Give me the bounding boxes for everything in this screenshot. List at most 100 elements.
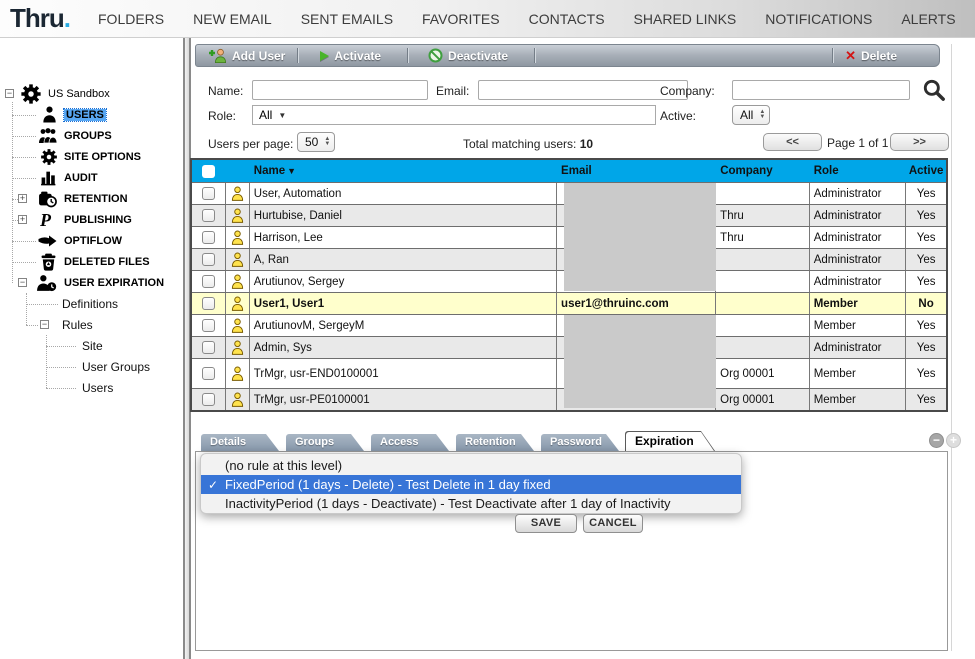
row-checkbox[interactable] [202, 393, 215, 406]
activate-button[interactable]: Activate [298, 49, 393, 63]
users-per-page-select[interactable]: 50 ▲▼ [297, 132, 335, 152]
column-header-active[interactable]: Active [906, 165, 946, 177]
cell-name: User1, User1 [250, 293, 557, 314]
row-checkbox[interactable] [202, 275, 215, 288]
select-all-checkbox[interactable] [202, 165, 215, 178]
expander-publishing[interactable]: + [18, 215, 27, 224]
expander-rules[interactable]: − [40, 320, 49, 329]
row-checkbox[interactable] [202, 209, 215, 222]
rule-option-none[interactable]: (no rule at this level) [201, 456, 741, 475]
cell-name: ArutiunovM, SergeyM [250, 315, 557, 336]
email-filter-input[interactable] [478, 80, 688, 100]
nav-folders[interactable]: FOLDERS [98, 11, 164, 27]
cell-company: Thru [716, 205, 810, 226]
row-checkbox[interactable] [202, 187, 215, 200]
cell-role: Administrator [810, 249, 907, 270]
sidebar-item-rules-user-groups[interactable]: User Groups [82, 360, 150, 374]
sidebar-item-groups[interactable]: GROUPS [64, 130, 112, 142]
deactivate-button[interactable]: Deactivate [408, 48, 520, 63]
nav-sent-emails[interactable]: SENT EMAILS [301, 11, 393, 27]
tab-details[interactable]: Details [201, 434, 279, 451]
rule-option-fixed-period[interactable]: ✓ FixedPeriod (1 days - Delete) - Test D… [201, 475, 741, 494]
nav-contacts[interactable]: CONTACTS [529, 11, 605, 27]
sidebar-item-site-options[interactable]: SITE OPTIONS [64, 151, 141, 163]
expander-user-expiration[interactable]: − [18, 278, 27, 287]
next-page-button[interactable]: >> [890, 133, 949, 151]
column-header-name[interactable]: Name▼ [250, 165, 557, 177]
nav-notifications[interactable]: NOTIFICATIONS [765, 11, 872, 27]
sidebar-item-deleted-files[interactable]: DELETED FILES [64, 256, 150, 268]
sidebar-item-rules[interactable]: Rules [62, 318, 93, 332]
cell-name: TrMgr, usr-PE0100001 [250, 389, 557, 410]
column-header-role[interactable]: Role [810, 165, 907, 177]
tab-password[interactable]: Password [541, 434, 619, 451]
expand-panel-button[interactable]: + [946, 433, 961, 448]
cancel-button[interactable]: CANCEL [583, 514, 643, 533]
row-checkbox[interactable] [202, 297, 215, 310]
active-filter-select[interactable]: All ▲▼ [732, 105, 770, 125]
sidebar-item-us-sandbox[interactable]: US Sandbox [48, 88, 110, 100]
top-nav: Thru. FOLDERS NEW EMAIL SENT EMAILS FAVO… [0, 0, 975, 38]
column-header-company[interactable]: Company [716, 165, 810, 177]
sidebar-item-user-expiration[interactable]: USER EXPIRATION [64, 277, 164, 289]
tab-retention[interactable]: Retention [456, 434, 534, 451]
publishing-icon: P [40, 210, 51, 231]
cell-name: Admin, Sys [250, 337, 557, 358]
cell-active: Yes [906, 389, 946, 410]
table-row-selected[interactable]: User1, User1 user1@thruinc.com Member No [192, 292, 946, 314]
delete-button[interactable]: ✕ Delete [833, 48, 909, 64]
expander-us-sandbox[interactable]: − [5, 89, 14, 98]
nav-alerts[interactable]: ALERTS [901, 11, 955, 27]
total-label: Total matching users: [463, 137, 576, 151]
nav-new-email[interactable]: NEW EMAIL [193, 11, 272, 27]
user-clock-icon [36, 274, 57, 292]
tab-groups[interactable]: Groups [286, 434, 364, 451]
check-icon: ✓ [201, 478, 225, 492]
sidebar-item-retention[interactable]: RETENTION [64, 193, 128, 205]
tree-guide-line [12, 157, 36, 158]
users-table: Name▼ Email Company Role Active User, Au… [190, 158, 948, 412]
cell-company [716, 249, 810, 270]
cell-role: Administrator [810, 183, 907, 204]
sidebar-item-users[interactable]: USERS [64, 109, 106, 121]
sidebar-item-optiflow[interactable]: OPTIFLOW [64, 235, 122, 247]
add-user-button[interactable]: Add User [196, 48, 297, 63]
cell-role: Administrator [810, 205, 907, 226]
nav-favorites[interactable]: FAVORITES [422, 11, 500, 27]
save-button[interactable]: SAVE [515, 514, 577, 533]
row-checkbox[interactable] [202, 231, 215, 244]
sidebar-item-audit[interactable]: AUDIT [64, 172, 98, 184]
collapse-panel-button[interactable]: − [929, 433, 944, 448]
chevron-down-icon: ▼ [278, 111, 286, 120]
delete-label: Delete [861, 49, 897, 63]
name-filter-input[interactable] [252, 80, 428, 100]
search-icon[interactable] [922, 78, 946, 102]
role-filter-value: All [259, 108, 272, 122]
company-filter-input[interactable] [732, 80, 910, 100]
sidebar-item-rules-site[interactable]: Site [82, 339, 103, 353]
rule-option-inactivity-period[interactable]: InactivityPeriod (1 days - Deactivate) -… [201, 494, 741, 513]
tab-access[interactable]: Access [371, 434, 449, 451]
cell-active: Yes [906, 227, 946, 248]
sidebar-item-definitions[interactable]: Definitions [62, 297, 118, 311]
group-icon [38, 127, 58, 144]
tab-expiration[interactable]: Expiration [625, 431, 715, 451]
tree-guide-line [12, 241, 36, 242]
row-checkbox[interactable] [202, 253, 215, 266]
role-filter-select[interactable]: All ▼ [252, 105, 656, 125]
gear-icon [40, 148, 58, 166]
cell-active: Yes [906, 205, 946, 226]
nav-shared-links[interactable]: SHARED LINKS [634, 11, 737, 27]
expander-retention[interactable]: + [18, 194, 27, 203]
row-checkbox[interactable] [202, 367, 215, 380]
email-filter-label: Email: [436, 84, 469, 98]
prev-page-button[interactable]: << [763, 133, 822, 151]
row-checkbox[interactable] [202, 341, 215, 354]
column-header-email[interactable]: Email [557, 165, 716, 177]
tree-guide-line [26, 304, 58, 305]
cell-role: Administrator [810, 227, 907, 248]
sidebar-item-rules-users[interactable]: Users [82, 381, 113, 395]
sidebar-item-publishing[interactable]: PUBLISHING [64, 214, 132, 226]
thru-logo[interactable]: Thru. [10, 3, 70, 34]
row-checkbox[interactable] [202, 319, 215, 332]
